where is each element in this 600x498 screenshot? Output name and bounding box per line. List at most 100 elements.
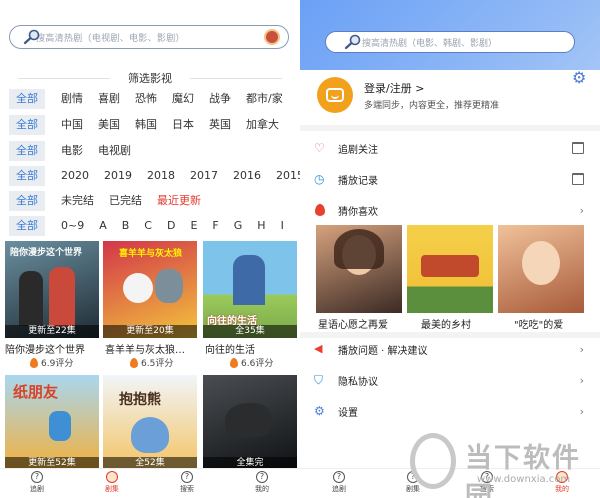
catalog-screen: 搜高清热剧（电视剧、电影、影剧） 筛选影视 全部 剧情 喜剧 恐怖 魔幻 战争 …	[0, 0, 300, 498]
filter-option-recent[interactable]: 最近更新	[153, 191, 205, 211]
login-link[interactable]: 登录/注册 >	[364, 80, 424, 96]
menu-item-settings[interactable]: ⚙ 设置 ›	[300, 400, 600, 422]
poster-card[interactable]: 向往的生活 全35集	[203, 241, 297, 338]
search-icon	[23, 29, 40, 45]
menu-item-follow[interactable]: ♡ 追剧关注	[300, 137, 600, 159]
filter-option[interactable]: 英国	[205, 115, 235, 135]
search-icon	[344, 34, 361, 50]
poster-caption: 更新至20集	[103, 325, 197, 338]
filter-option[interactable]: 电影	[57, 141, 87, 161]
menu-item-feedback[interactable]: ◀ 播放问题 · 解决建议 ›	[300, 338, 600, 360]
flame-icon	[230, 357, 238, 368]
tab-follow[interactable]: ? 追剧	[12, 471, 62, 494]
filter-row-type: 全部 电影 电视剧	[0, 141, 142, 161]
question-icon: ?	[181, 471, 193, 483]
poster-name: 喜羊羊与灰太狼…	[105, 345, 185, 356]
filter-option[interactable]: 喜剧	[94, 89, 124, 109]
recommend-title: 最美的乡村	[421, 320, 471, 331]
flame-icon	[315, 204, 325, 216]
filter-option[interactable]: F	[208, 216, 222, 236]
filter-option[interactable]: 加拿大	[242, 115, 283, 135]
filter-option[interactable]: 电视剧	[94, 141, 135, 161]
chevron-right-icon: ›	[579, 342, 584, 356]
filter-option[interactable]: 已完结	[105, 191, 146, 211]
poster-score: 6.5评分	[130, 356, 173, 369]
poster-card[interactable]: 陪你漫步这个世界 更新至22集	[5, 241, 99, 338]
flame-icon	[130, 357, 138, 368]
filter-option[interactable]: 2019	[100, 166, 136, 186]
filter-option[interactable]: 魔幻	[168, 89, 198, 109]
filter-all[interactable]: 全部	[9, 89, 45, 109]
chevron-right-icon: ›	[579, 373, 584, 387]
filter-option[interactable]: 美国	[94, 115, 124, 135]
filter-option[interactable]: D	[163, 216, 179, 236]
megaphone-icon: ◀	[314, 342, 323, 355]
menu-item-history[interactable]: ◷ 播放记录	[300, 168, 600, 190]
search-bar[interactable]: 搜高清热剧（电视剧、电影、影剧）	[9, 25, 289, 49]
filter-option[interactable]: 战争	[205, 89, 235, 109]
poster-title-art: 陪你漫步这个世界	[10, 248, 83, 258]
search-bar[interactable]: 搜高清热剧（电影、韩剧、影剧）	[325, 31, 575, 53]
filter-option[interactable]: 恐怖	[131, 89, 161, 109]
menu-item-guess[interactable]: 猜你喜欢 ›	[300, 199, 600, 221]
tab-mine[interactable]: ? 我的	[237, 471, 287, 494]
recommend-card[interactable]	[316, 225, 402, 313]
tab-follow[interactable]: ? 追剧	[314, 471, 364, 494]
filter-option[interactable]: 剧情	[57, 89, 87, 109]
filter-option[interactable]: 日本	[168, 115, 198, 135]
filter-row-region: 全部 中国 美国 韩国 日本 英国 加拿大	[0, 115, 290, 135]
recommend-card[interactable]	[498, 225, 584, 313]
poster-card[interactable]: 抱抱熊 全52集	[103, 375, 197, 470]
filter-all[interactable]: 全部	[9, 191, 45, 211]
filter-option[interactable]: 都市/家	[242, 89, 287, 109]
poster-card[interactable]: 纸朋友 更新至52集	[5, 375, 99, 470]
recommend-title: 星语心愿之再爱	[318, 320, 388, 331]
watermark-logo-icon	[410, 433, 456, 489]
filter-row-year: 全部 2020 2019 2018 2017 2016 2015	[0, 166, 300, 186]
filter-all[interactable]: 全部	[9, 141, 45, 161]
filter-option[interactable]: H	[253, 216, 269, 236]
filter-option[interactable]: 2015	[272, 166, 300, 186]
bottom-tab-bar: ? 追剧 剧集 ? 搜索 ? 我的	[0, 468, 300, 498]
trash-icon[interactable]	[572, 142, 584, 154]
filter-option[interactable]: I	[277, 216, 288, 236]
menu-item-privacy[interactable]: ⛉ 隐私协议 ›	[300, 369, 600, 391]
tab-search[interactable]: ? 搜索	[162, 471, 212, 494]
filter-option[interactable]: 2018	[143, 166, 179, 186]
filter-option[interactable]: 未完结	[57, 191, 98, 211]
poster-caption: 全35集	[203, 325, 297, 338]
filter-option[interactable]: G	[230, 216, 247, 236]
filter-option[interactable]: A	[95, 216, 111, 236]
filter-option[interactable]: C	[140, 216, 156, 236]
search-placeholder: 搜高清热剧（电影、韩剧、影剧）	[362, 38, 498, 49]
recommend-card[interactable]	[407, 225, 493, 313]
filter-all[interactable]: 全部	[9, 166, 45, 186]
filter-option[interactable]: 0~9	[57, 216, 88, 236]
filter-option[interactable]: 2016	[229, 166, 265, 186]
filter-option[interactable]: B	[118, 216, 134, 236]
record-icon[interactable]	[264, 29, 280, 45]
filter-option[interactable]: 2020	[57, 166, 93, 186]
watermark: 当下软件园 www.downxia.com	[405, 428, 600, 498]
divider	[300, 125, 600, 131]
filter-section-title: 筛选影视	[0, 70, 300, 86]
watermark-text: 当下软件园	[465, 443, 581, 498]
filter-option[interactable]: E	[186, 216, 201, 236]
search-placeholder: 搜高清热剧（电视剧、电影、影剧）	[36, 33, 185, 44]
poster-card[interactable]: 喜羊羊与灰太狼 更新至20集	[103, 241, 197, 338]
tv-icon	[326, 88, 344, 102]
trash-icon[interactable]	[572, 173, 584, 185]
filter-row-status: 全部 未完结 已完结 最近更新	[0, 191, 212, 211]
filter-all[interactable]: 全部	[9, 115, 45, 135]
filter-option[interactable]: 中国	[57, 115, 87, 135]
poster-name: 陪你漫步这个世界	[5, 345, 85, 356]
filter-option[interactable]: 韩国	[131, 115, 161, 135]
poster-card[interactable]: 全集完	[203, 375, 297, 470]
filter-option[interactable]: 2017	[186, 166, 222, 186]
poster-title-art: 抱抱熊	[119, 392, 161, 408]
tab-series[interactable]: 剧集	[87, 471, 137, 494]
avatar[interactable]	[317, 77, 353, 113]
gear-icon[interactable]: ⚙	[572, 70, 586, 86]
filter-all[interactable]: 全部	[9, 216, 45, 236]
question-icon: ?	[333, 471, 345, 483]
